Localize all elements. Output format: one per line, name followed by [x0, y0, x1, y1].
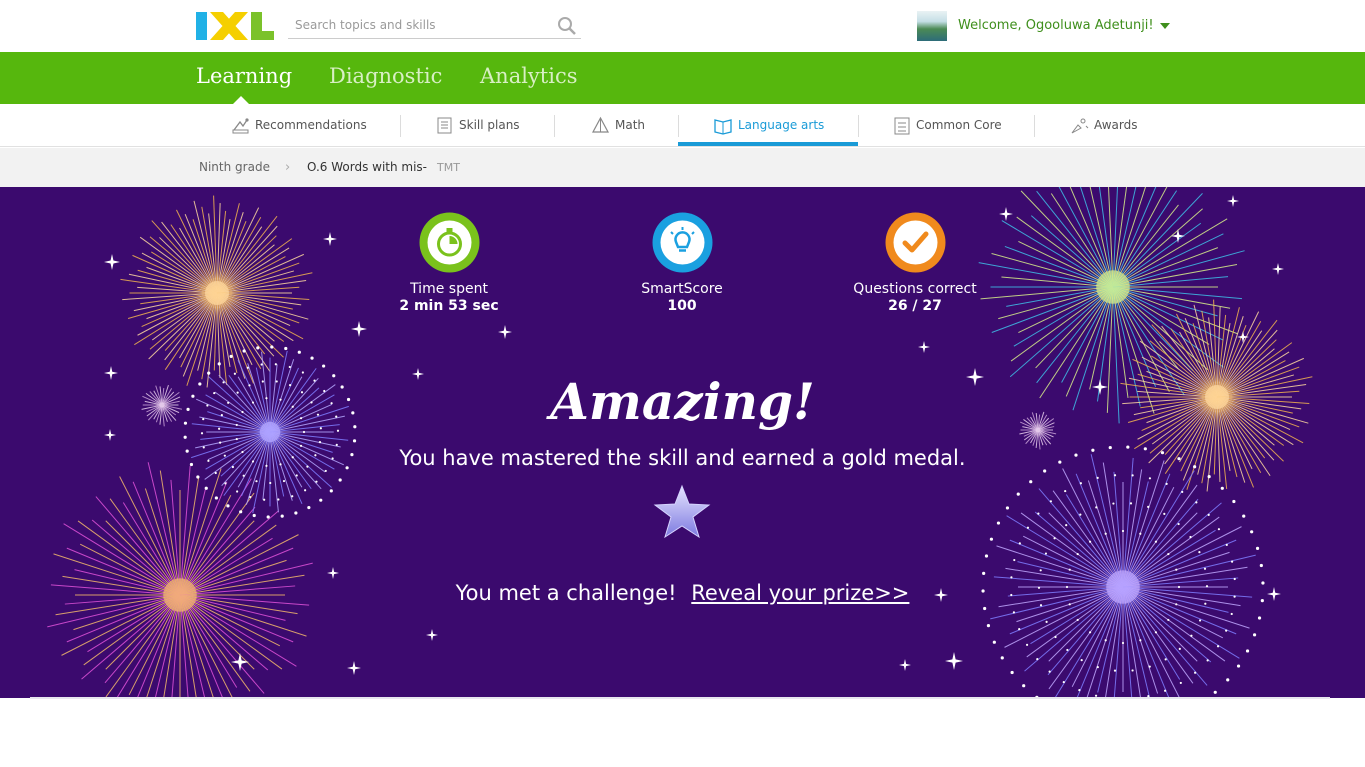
sparkle-icon [426, 629, 438, 641]
medal-star-icon [653, 484, 711, 539]
sub-nav: Recommendations Skill plans Math Languag… [0, 104, 1365, 147]
subnav-label: Recommendations [255, 118, 367, 132]
divider [554, 115, 555, 137]
sparkle-icon [1171, 229, 1185, 243]
ixl-logo[interactable] [196, 12, 274, 40]
active-tab-pointer [233, 96, 249, 104]
stat-value: 26 / 27 [888, 298, 942, 314]
stat-questions-correct: Questions correct 26 / 27 [825, 212, 1005, 314]
chevron-down-icon[interactable] [1160, 23, 1170, 29]
stat-value: 100 [667, 298, 697, 314]
subnav-skill-plans[interactable]: Skill plans [436, 104, 520, 146]
stat-label: Time spent [410, 281, 488, 297]
challenge-text: You met a challenge! [455, 581, 677, 605]
search-input[interactable] [288, 13, 543, 37]
divider [400, 115, 401, 137]
tab-learning[interactable]: Learning [196, 64, 292, 88]
checklist-icon [894, 117, 910, 134]
stat-time-spent: Time spent 2 min 53 sec [359, 212, 539, 314]
sparkle-icon [899, 659, 911, 671]
sparkle-icon [347, 661, 361, 675]
subnav-recommendations[interactable]: Recommendations [231, 104, 367, 146]
subnav-common-core[interactable]: Common Core [894, 104, 1002, 146]
checkmark-icon [885, 212, 945, 273]
recommendations-icon [232, 117, 249, 133]
active-subtab-indicator [678, 142, 858, 146]
stat-value: 2 min 53 sec [399, 298, 499, 314]
subnav-language-arts[interactable]: Language arts [714, 104, 824, 146]
tab-diagnostic[interactable]: Diagnostic [329, 64, 442, 88]
sparkle-icon [104, 254, 120, 270]
stat-label: SmartScore [641, 281, 723, 297]
subnav-label: Language arts [738, 118, 825, 132]
reveal-prize-link[interactable]: Reveal your prize>> [691, 581, 909, 605]
result-headline: Amazing! [550, 372, 815, 431]
search-icon[interactable] [557, 16, 577, 36]
sparkle-icon [351, 321, 367, 337]
sparkle-icon [945, 652, 963, 670]
math-pyramid-icon [591, 116, 610, 133]
challenge-line: You met a challenge! Reveal your prize>> [0, 581, 1365, 605]
sparkle-icon [918, 341, 930, 353]
awards-icon [1071, 118, 1089, 133]
subnav-label: Skill plans [459, 118, 520, 132]
firework-burst [120, 195, 313, 388]
skill-plans-icon [437, 117, 452, 133]
sparkle-icon [498, 325, 512, 339]
divider [678, 115, 679, 137]
subnav-label: Math [615, 118, 646, 132]
lightbulb-icon [652, 212, 712, 273]
welcome-text[interactable]: Welcome, Ogooluwa Adetunji! [958, 18, 1154, 33]
sparkle-icon [1237, 331, 1249, 343]
search-box[interactable] [288, 13, 581, 39]
sparkle-icon [1272, 263, 1284, 275]
book-icon [714, 118, 732, 135]
breadcrumb-grade[interactable]: Ninth grade [199, 160, 270, 174]
avatar[interactable] [917, 11, 947, 41]
subnav-label: Common Core [916, 118, 1002, 132]
divider [1034, 115, 1035, 137]
stopwatch-icon [419, 212, 479, 273]
sparkle-icon [327, 567, 339, 579]
skill-code: TMT [437, 161, 460, 174]
main-nav: Learning Diagnostic Analytics [0, 52, 1365, 104]
breadcrumb-skill: O.6 Words with mis- [307, 160, 428, 174]
subnav-label: Awards [1094, 118, 1138, 132]
top-header: Welcome, Ogooluwa Adetunji! [0, 0, 1365, 52]
firework-burst [990, 454, 1256, 698]
divider [858, 115, 859, 137]
tab-analytics[interactable]: Analytics [480, 64, 577, 88]
result-message: You have mastered the skill and earned a… [399, 446, 966, 470]
divider [30, 697, 1330, 699]
chevron-right-icon: › [285, 160, 291, 175]
stat-label: Questions correct [853, 281, 977, 297]
sparkle-icon [323, 232, 337, 246]
sparkle-icon [1227, 195, 1239, 207]
subnav-math[interactable]: Math [591, 104, 645, 146]
stat-smartscore: SmartScore 100 [592, 212, 772, 314]
subnav-awards[interactable]: Awards [1070, 104, 1137, 146]
